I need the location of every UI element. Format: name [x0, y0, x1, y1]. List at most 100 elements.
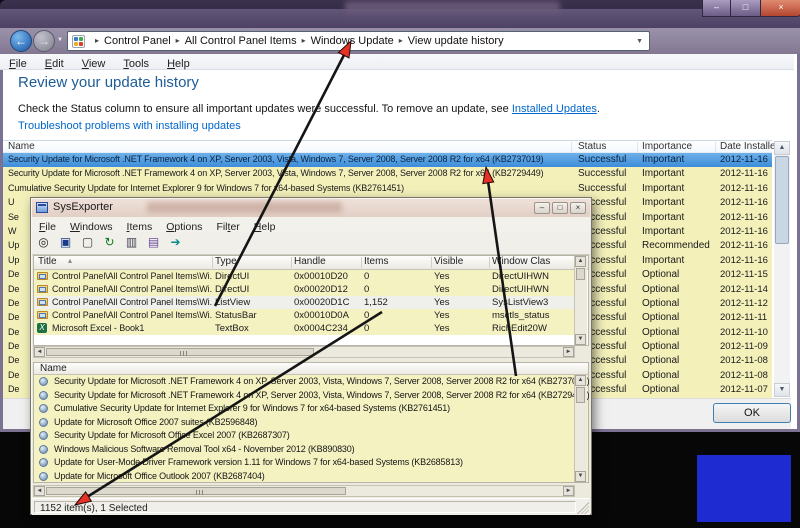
column-window-class[interactable]: Window Clas: [492, 256, 550, 267]
menu-item-file[interactable]: File: [0, 57, 36, 71]
properties-icon[interactable]: ▤: [145, 234, 162, 250]
exported-item-row[interactable]: Update for User-Mode Driver Framework ve…: [34, 456, 574, 470]
update-date: 2012-11-09: [720, 341, 768, 353]
window-visible: Yes: [434, 271, 450, 282]
scrollbar-thumb[interactable]: [775, 156, 789, 244]
column-visible[interactable]: Visible: [434, 256, 463, 267]
update-importance: Optional: [642, 369, 680, 381]
scroll-left-icon[interactable]: ◄: [34, 486, 45, 496]
exported-item-name: Update for Microsoft Office 2007 suites …: [54, 416, 258, 427]
update-orb-icon: [39, 390, 48, 400]
column-name[interactable]: Name: [8, 141, 35, 152]
scroll-left-icon[interactable]: ◄: [34, 347, 45, 357]
column-type[interactable]: Type: [215, 256, 237, 267]
scroll-up-icon[interactable]: ▲: [774, 141, 790, 155]
breadcrumb-item[interactable]: View update history: [408, 35, 504, 47]
address-dropdown-icon[interactable]: ▼: [636, 38, 643, 45]
scroll-up-icon[interactable]: ▲: [575, 375, 586, 386]
troubleshoot-link[interactable]: Troubleshoot problems with installing up…: [18, 120, 241, 132]
windows-rows: Control Panel\All Control Panel Items\Wi…: [34, 270, 588, 335]
vertical-scrollbar[interactable]: ▲ ▼: [774, 141, 790, 397]
column-title[interactable]: Title: [38, 256, 57, 267]
scrollbar-thumb[interactable]: [46, 348, 314, 356]
refresh-icon[interactable]: ↻: [101, 234, 118, 250]
breadcrumb-item[interactable]: All Control Panel Items: [185, 35, 297, 47]
column-date-installed[interactable]: Date Installed: [720, 141, 781, 152]
close-button[interactable]: ×: [760, 0, 800, 17]
minimize-button[interactable]: –: [534, 202, 550, 214]
scrollbar-thumb[interactable]: [576, 268, 585, 280]
column-status[interactable]: Status: [578, 141, 606, 152]
exported-item-row[interactable]: Cumulative Security Update for Internet …: [34, 402, 574, 416]
sysexporter-titlebar[interactable]: SysExporter – □ ×: [32, 199, 590, 217]
copy-icon[interactable]: ▥: [123, 234, 140, 250]
maximize-button[interactable]: □: [731, 0, 760, 17]
update-orb-icon: [39, 404, 48, 413]
back-button[interactable]: ←: [10, 30, 32, 52]
window-row[interactable]: Control Panel\All Control Panel Items\Wi…: [34, 270, 574, 283]
breadcrumb-item[interactable]: Control Panel: [104, 35, 171, 47]
column-handle[interactable]: Handle: [294, 256, 326, 267]
windows-vertical-scrollbar[interactable]: ▲ ▼: [574, 256, 587, 345]
exported-item-row[interactable]: Update for Microsoft Office 2007 suites …: [34, 416, 574, 430]
update-date: 2012-11-11: [720, 312, 768, 324]
scrollbar-thumb[interactable]: [46, 487, 346, 495]
breadcrumb-item[interactable]: Windows Update: [311, 35, 394, 47]
recent-pages-dropdown-icon[interactable]: ▼: [57, 37, 63, 43]
sysexporter-menubar: File Windows Items Options Filter Help: [32, 217, 590, 233]
scroll-down-icon[interactable]: ▼: [575, 471, 586, 482]
scrollbar-thumb[interactable]: [576, 387, 585, 403]
items-vertical-scrollbar[interactable]: ▲ ▼: [574, 375, 587, 482]
breadcrumb-field[interactable]: ▸ Control Panel ▸ All Control Panel Items ▸ W…: [67, 31, 650, 51]
items-list-header[interactable]: Name: [33, 362, 589, 375]
save-icon[interactable]: ▣: [57, 234, 74, 250]
maximize-button[interactable]: □: [552, 202, 568, 214]
exported-item-row[interactable]: Security Update for Microsoft Office Exc…: [34, 429, 574, 443]
window-class: SysListView3: [492, 297, 549, 308]
update-importance: Optional: [642, 355, 680, 367]
report-icon[interactable]: ▢: [79, 234, 96, 250]
column-importance[interactable]: Importance: [642, 141, 692, 152]
close-button[interactable]: ×: [570, 202, 586, 214]
column-items[interactable]: Items: [364, 256, 388, 267]
windows-list-header[interactable]: Title ▴ Type Handle Items Visible Window…: [34, 256, 588, 270]
menu-item-help[interactable]: Help: [158, 57, 199, 71]
scroll-right-icon[interactable]: ►: [563, 486, 574, 496]
update-history-row[interactable]: Cumulative Security Update for Internet …: [3, 181, 772, 197]
items-horizontal-scrollbar[interactable]: ◄ ►: [33, 485, 575, 497]
menu-item-tools[interactable]: Tools: [114, 57, 158, 71]
minimize-button[interactable]: –: [702, 0, 731, 17]
forward-button[interactable]: →: [33, 30, 55, 52]
window-items-count: 0: [364, 284, 370, 295]
window-row[interactable]: Control Panel\All Control Panel Items\Wi…: [34, 283, 574, 296]
update-importance: Important: [642, 254, 685, 266]
exported-item-row[interactable]: Security Update for Microsoft .NET Frame…: [34, 375, 590, 389]
window-handle: 0x0004C234: [294, 323, 348, 334]
exported-item-row[interactable]: Windows Malicious Software Removal Tool …: [34, 443, 574, 457]
target-window-icon[interactable]: ◎: [35, 234, 52, 250]
windows-horizontal-scrollbar[interactable]: ◄ ►: [33, 346, 575, 358]
exported-item-row[interactable]: Update for Microsoft Office Outlook 2007…: [34, 470, 574, 484]
status-bar: 1152 item(s), 1 Selected: [32, 498, 590, 515]
scroll-down-icon[interactable]: ▼: [575, 334, 586, 345]
resize-grip[interactable]: [577, 502, 589, 514]
update-history-row[interactable]: Security Update for Microsoft .NET Frame…: [3, 167, 772, 182]
window-row[interactable]: Control Panel\All Control Panel Items\Wi…: [34, 296, 574, 309]
update-history-row[interactable]: Security Update for Microsoft .NET Frame…: [3, 153, 772, 168]
menu-item-edit[interactable]: Edit: [36, 57, 73, 71]
list-header[interactable]: Name Status Importance Date Installed: [3, 140, 781, 153]
exit-icon[interactable]: ➔: [167, 234, 184, 250]
excel-icon: X: [37, 323, 47, 333]
scroll-right-icon[interactable]: ►: [563, 347, 574, 357]
window-row[interactable]: X Microsoft Excel - Book1 TextBox 0x0004C23…: [34, 322, 574, 335]
installed-updates-link[interactable]: Installed Updates: [512, 103, 597, 115]
column-name[interactable]: Name: [40, 363, 67, 374]
exported-item-row[interactable]: Security Update for Microsoft .NET Frame…: [34, 389, 590, 403]
window-row[interactable]: Control Panel\All Control Panel Items\Wi…: [34, 309, 574, 322]
ok-button[interactable]: OK: [713, 403, 791, 423]
control-panel-icon: [72, 35, 85, 48]
menu-item-view[interactable]: View: [73, 57, 115, 71]
scroll-down-icon[interactable]: ▼: [774, 383, 790, 397]
update-date: 2012-11-16: [720, 240, 768, 252]
scroll-up-icon[interactable]: ▲: [575, 256, 586, 267]
